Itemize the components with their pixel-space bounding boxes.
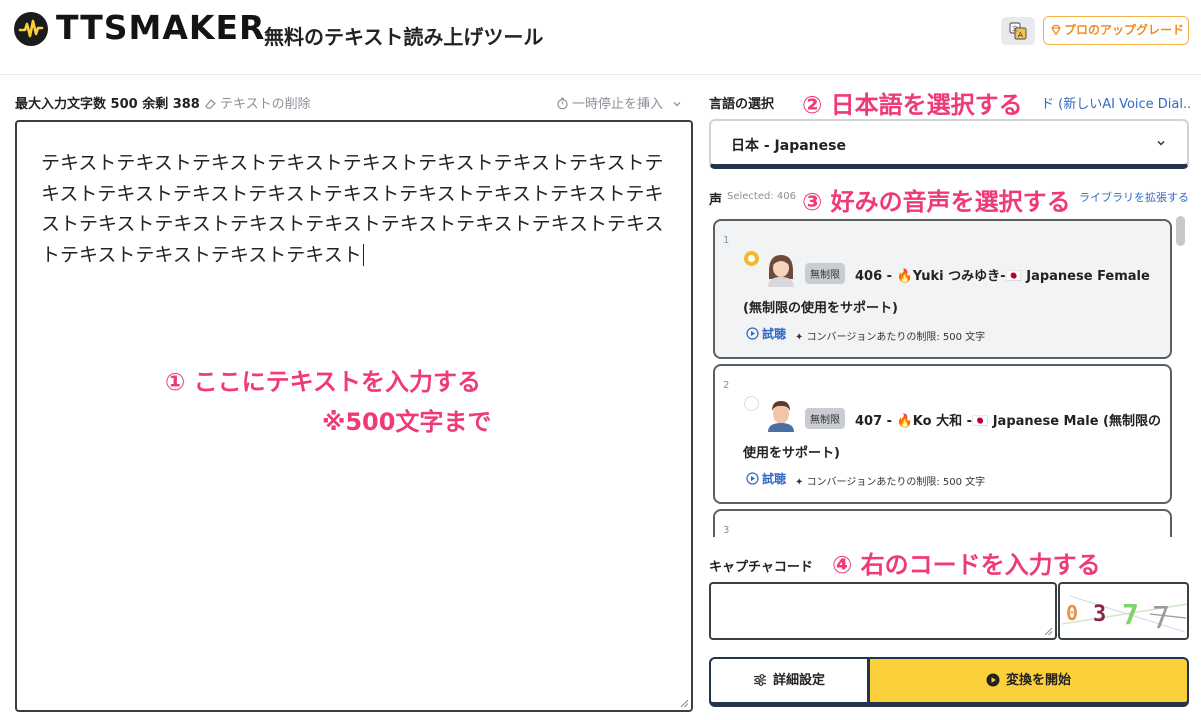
unlimited-badge: 無制限 [805, 408, 845, 429]
captcha-input[interactable] [709, 582, 1057, 640]
annotation-step4: ④ 右のコードを入力する [832, 551, 1101, 579]
svg-text:3: 3 [1093, 602, 1106, 627]
eraser-icon [205, 99, 216, 109]
sparkle-icon: ✦ [795, 332, 807, 343]
start-conversion-button[interactable]: 変換を開始 [868, 657, 1189, 707]
voice-card[interactable]: 3 [713, 509, 1172, 537]
language-label: 言語の選択 [709, 97, 775, 112]
play-circle-icon [746, 327, 759, 340]
start-conversion-label: 変換を開始 [1005, 673, 1071, 688]
voice-selected-count: Selected: 406 [727, 191, 796, 202]
translate-icon: 文 A [1009, 22, 1027, 40]
diamond-icon [1051, 24, 1061, 36]
preview-label: 試聴 [762, 472, 787, 486]
voice-list-scrollbar[interactable] [1176, 216, 1185, 246]
sparkle-icon: ✦ [795, 477, 807, 488]
advanced-settings-button[interactable]: 詳細設定 [709, 657, 869, 707]
voice-card[interactable]: 2 407 - 🔥Ko 大和 -🇯🇵 Japanese Male (無制限の使用… [713, 364, 1172, 504]
unlimited-badge: 無制限 [805, 263, 845, 284]
annotation-step1: ① ここにテキストを入力する [165, 368, 481, 396]
captcha-image[interactable]: 0 3 7 7 [1058, 582, 1189, 640]
upgrade-label: プロのアップグレード [1064, 23, 1185, 37]
voice-limit: ✦ コンバージョンあたりの制限: 500 文字 [795, 473, 985, 488]
page-title: 無料のテキスト読み上げツール [264, 25, 544, 49]
text-input-value: テキストテキストテキストテキストテキストテキストテキストテキストテキストテキスト… [41, 152, 664, 266]
resize-grip-icon[interactable] [679, 698, 689, 708]
voice-limit-text: コンバージョンあたりの制限: 500 文字 [806, 332, 986, 343]
svg-text:A: A [1018, 31, 1023, 39]
sliders-icon [753, 674, 766, 686]
logo-text[interactable]: TTSMAKER [56, 8, 265, 47]
voice-number: 3 [723, 525, 730, 536]
preview-label: 試聴 [762, 327, 787, 341]
insert-pause-dropdown[interactable]: 一時停止を挿入 [556, 93, 682, 112]
voice-limit: ✦ コンバージョンあたりの制限: 500 文字 [795, 328, 985, 343]
chevron-down-icon [673, 102, 681, 107]
language-selected-value: 日本 - Japanese [731, 138, 846, 154]
captcha-label: キャプチャコード [709, 560, 813, 575]
voice-list[interactable]: 1 406 - 🔥Yuki つみゆき-🇯🇵 Japanese Female (無… [709, 212, 1189, 537]
annotation-step1-note: ※500文字まで [322, 408, 492, 436]
advanced-settings-label: 詳細設定 [772, 673, 825, 688]
annotation-step2: ② 日本語を選択する [802, 91, 1023, 119]
svg-text:7: 7 [1152, 601, 1170, 636]
voice-number: 1 [723, 235, 730, 246]
voice-number: 2 [723, 380, 730, 391]
voice-library-link[interactable]: ライブラリを拡張する [1079, 189, 1189, 205]
voice-limit-text: コンバージョンあたりの制限: 500 文字 [806, 477, 986, 488]
logo-waveform-icon[interactable] [14, 12, 48, 46]
top-header: TTSMAKER 無料のテキスト読み上げツール 文 A プロのアップグレード [0, 0, 1201, 75]
preview-button[interactable]: 試聴 [746, 325, 786, 342]
svg-text:7: 7 [1122, 598, 1139, 631]
voice-dialect-link[interactable]: ド (新しいAI Voice Dial... [1041, 93, 1191, 112]
play-circle-icon [746, 472, 759, 485]
clear-text-label: テキストの削除 [220, 97, 311, 112]
stopwatch-icon [557, 97, 568, 110]
chevron-down-icon [1157, 140, 1165, 146]
char-counter: 最大入力文字数 500 余剰 388 [15, 97, 200, 112]
captcha-graphic: 0 3 7 7 [1061, 595, 1187, 636]
insert-pause-label: 一時停止を挿入 [572, 97, 664, 112]
clear-text-button[interactable]: テキストの削除 [204, 93, 311, 112]
svg-text:0: 0 [1066, 601, 1078, 625]
upgrade-button[interactable]: プロのアップグレード [1043, 16, 1189, 45]
preview-button[interactable]: 試聴 [746, 470, 786, 487]
resize-grip-icon[interactable] [1043, 626, 1053, 636]
language-select[interactable]: 日本 - Japanese [709, 119, 1189, 169]
play-circle-icon [986, 673, 1000, 687]
voice-card[interactable]: 1 406 - 🔥Yuki つみゆき-🇯🇵 Japanese Female (無… [713, 219, 1172, 359]
voice-label: 声 [709, 193, 723, 208]
translate-button[interactable]: 文 A [1001, 17, 1035, 45]
